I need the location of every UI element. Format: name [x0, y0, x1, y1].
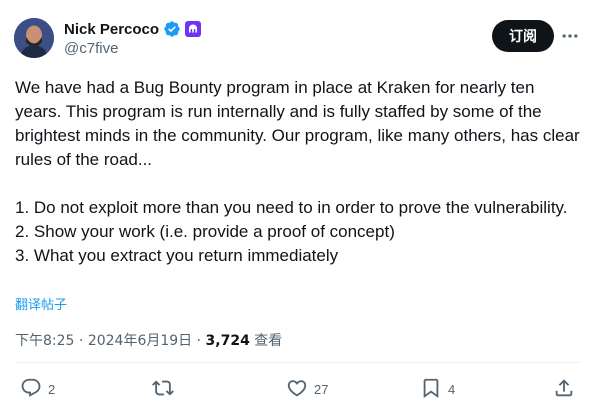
post-list-item: 1. Do not exploit more than you need to … — [15, 198, 568, 217]
like-count: 27 — [314, 381, 329, 397]
avatar[interactable] — [14, 18, 54, 58]
reply-count: 2 — [48, 381, 56, 397]
meta-separator: · — [192, 333, 206, 349]
tweet: Nick Percoco @c7five 订阅 We have had a Bu… — [0, 0, 596, 418]
share-button[interactable] — [553, 374, 575, 404]
meta-separator: · — [74, 333, 88, 349]
action-bar: 2 27 4 — [0, 374, 596, 404]
post-text: We have had a Bug Bounty program in plac… — [15, 76, 585, 268]
reply-icon — [20, 377, 42, 402]
bookmark-button[interactable]: 4 — [420, 374, 455, 404]
subscribe-button[interactable]: 订阅 — [492, 20, 554, 52]
like-icon — [286, 377, 308, 402]
divider — [15, 362, 581, 363]
more-icon[interactable] — [558, 24, 582, 48]
author-handle[interactable]: @c7five — [64, 40, 118, 57]
author-name[interactable]: Nick Percoco — [64, 21, 159, 38]
post-time[interactable]: 下午8:25 — [15, 333, 74, 349]
views-count: 3,724 — [205, 333, 250, 349]
share-icon — [553, 377, 575, 402]
post-paragraph: We have had a Bug Bounty program in plac… — [15, 78, 580, 169]
author-row: Nick Percoco — [64, 18, 202, 40]
post-list-item: 2. Show your work (i.e. provide a proof … — [15, 222, 395, 241]
verified-badge-icon — [163, 20, 181, 38]
post-meta: 下午8:25 · 2024年6月19日 · 3,724 查看 — [15, 330, 282, 350]
repost-icon — [152, 377, 174, 402]
bookmark-icon — [420, 377, 442, 402]
reply-button[interactable]: 2 — [20, 374, 55, 404]
kraken-org-icon[interactable] — [185, 21, 202, 37]
views-label: 查看 — [249, 333, 283, 349]
like-button[interactable]: 27 — [286, 374, 328, 404]
bookmark-count: 4 — [448, 381, 456, 397]
translate-post-link[interactable]: 翻译帖子 — [15, 294, 67, 313]
repost-button[interactable] — [152, 374, 180, 404]
post-list-item: 3. What you extract you return immediate… — [15, 246, 339, 265]
post-date[interactable]: 2024年6月19日 — [88, 333, 192, 349]
